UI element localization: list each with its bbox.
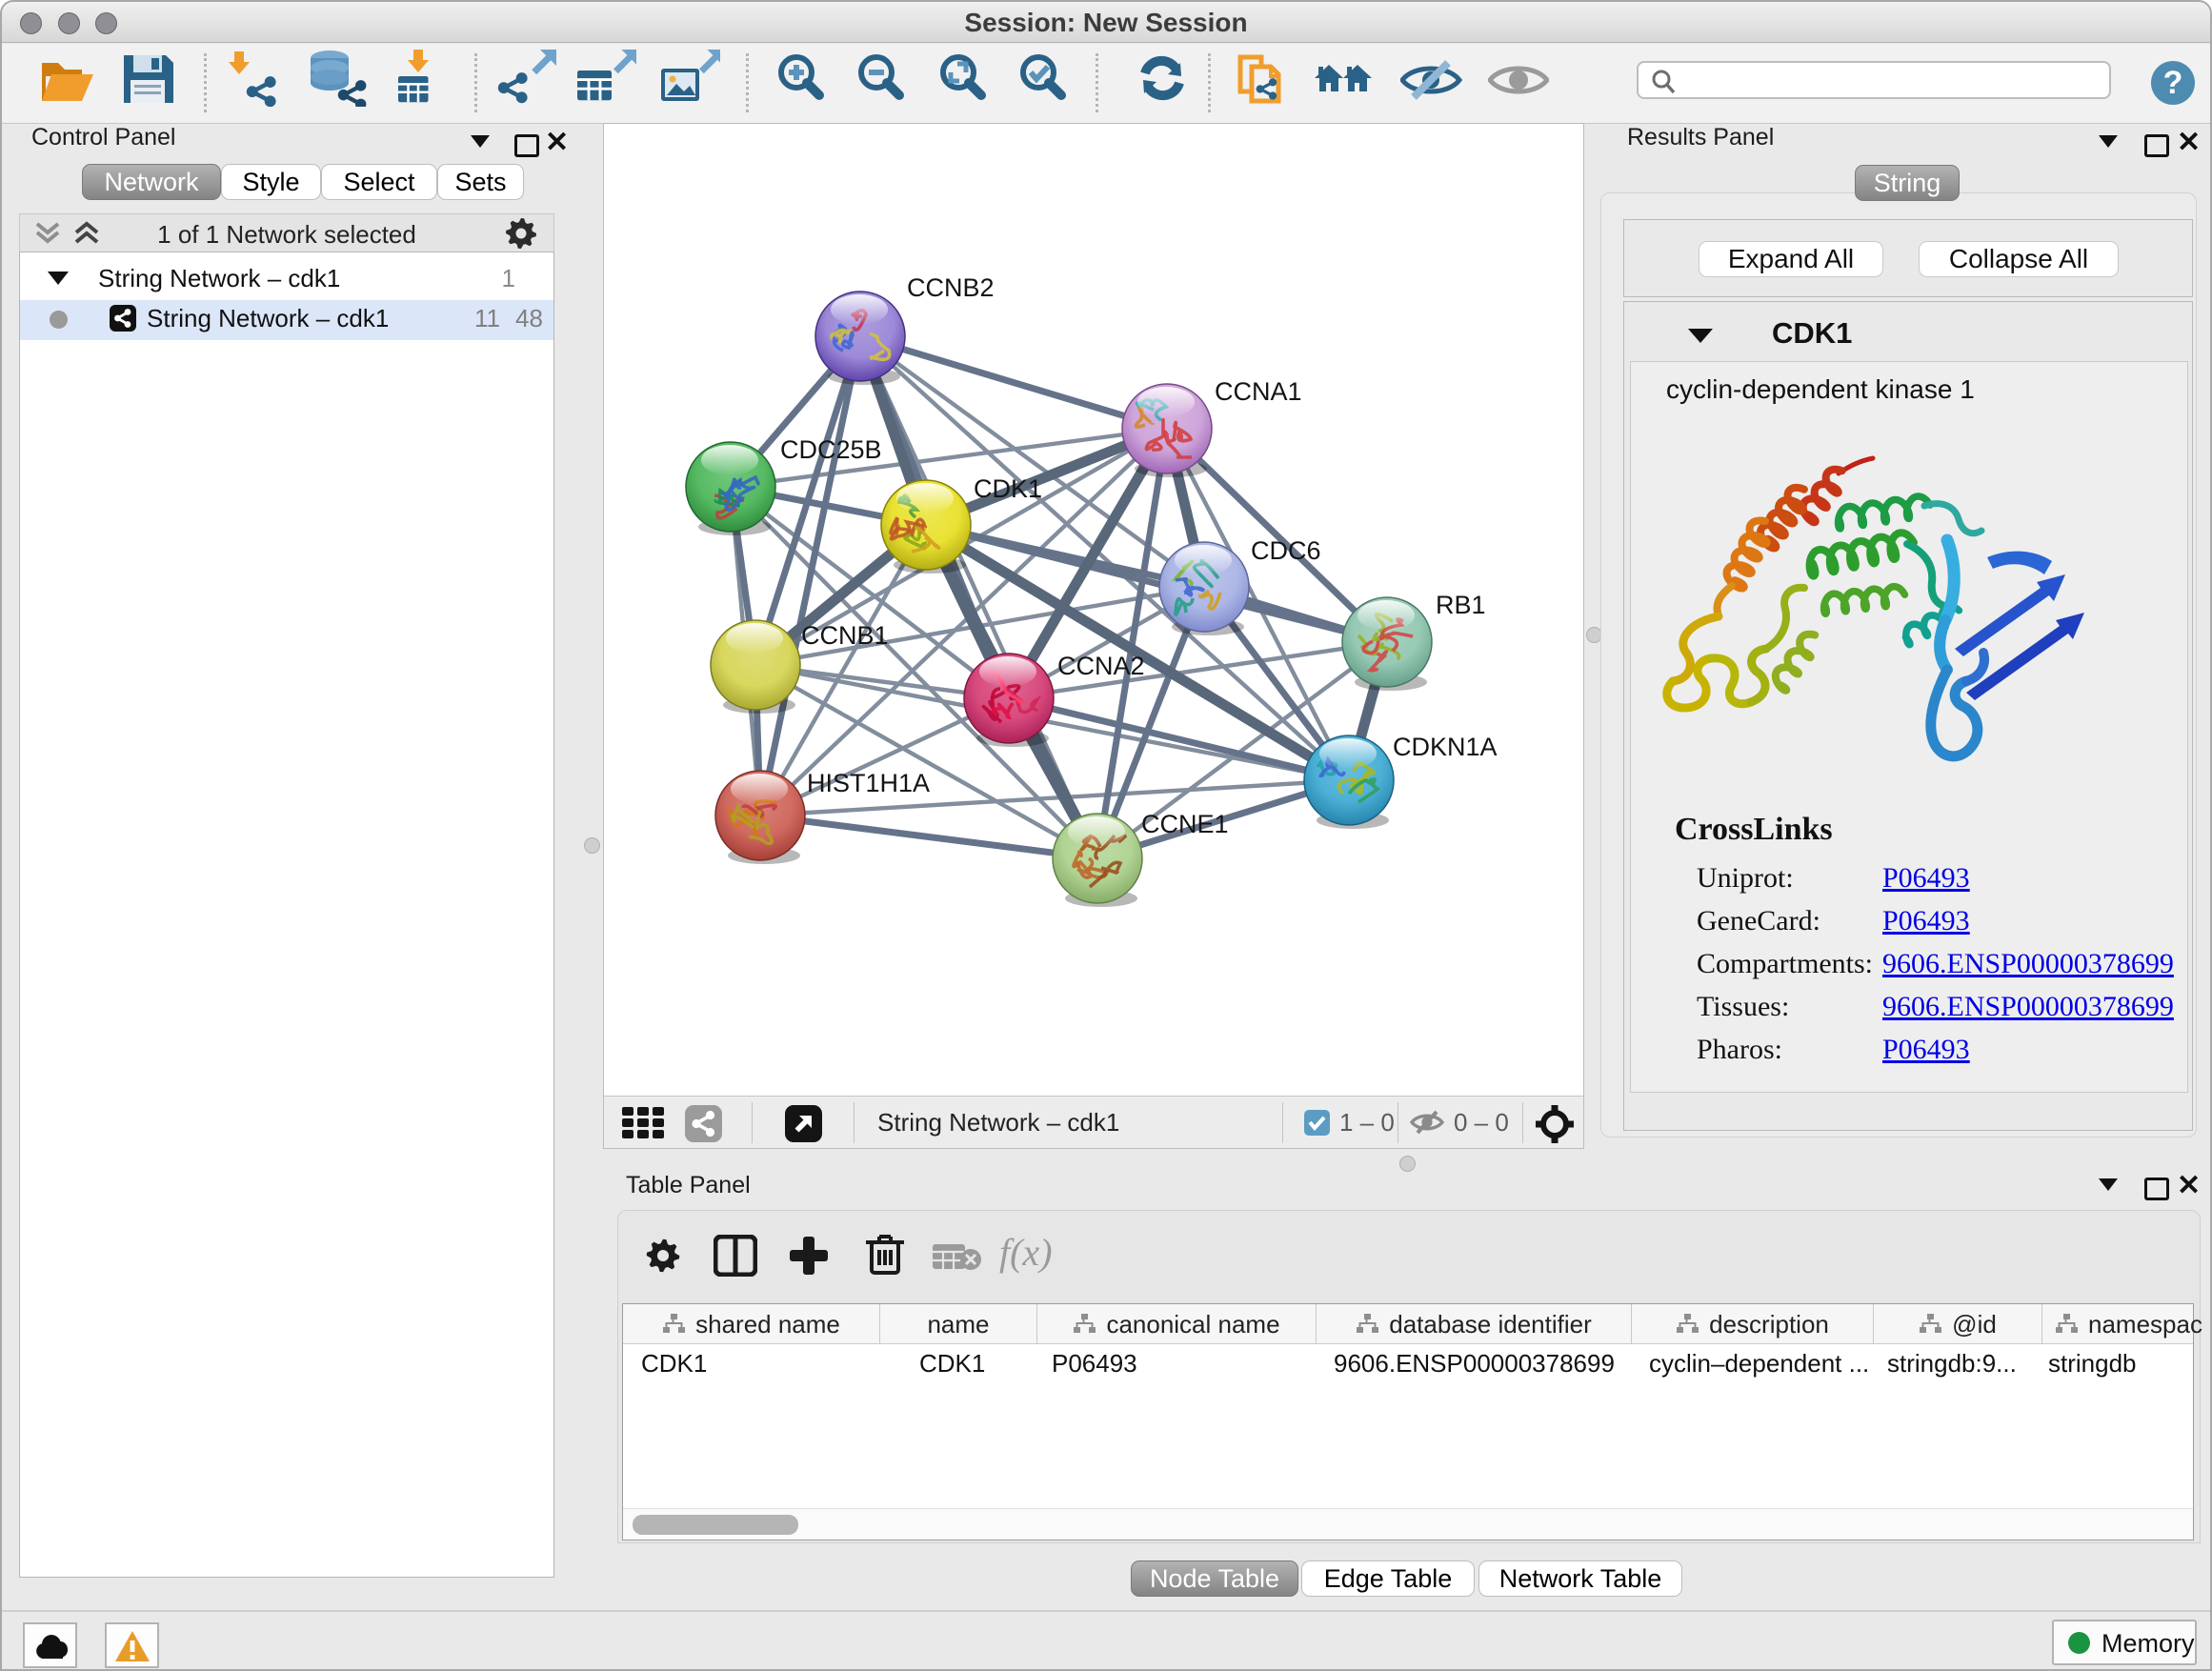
svg-text:CCNE1: CCNE1 xyxy=(1141,810,1229,838)
svg-text:CCNA1: CCNA1 xyxy=(1215,377,1302,406)
svg-text:CCNB2: CCNB2 xyxy=(907,273,995,302)
svg-text:CCNA2: CCNA2 xyxy=(1057,652,1145,680)
svg-text:CDC25B: CDC25B xyxy=(780,435,882,464)
svg-text:CDKN1A: CDKN1A xyxy=(1393,733,1498,761)
svg-text:CDK1: CDK1 xyxy=(974,474,1042,503)
svg-text:CCNB1: CCNB1 xyxy=(801,621,889,650)
svg-text:RB1: RB1 xyxy=(1436,591,1486,619)
svg-text:CDC6: CDC6 xyxy=(1251,536,1321,565)
svg-text:HIST1H1A: HIST1H1A xyxy=(807,769,930,797)
